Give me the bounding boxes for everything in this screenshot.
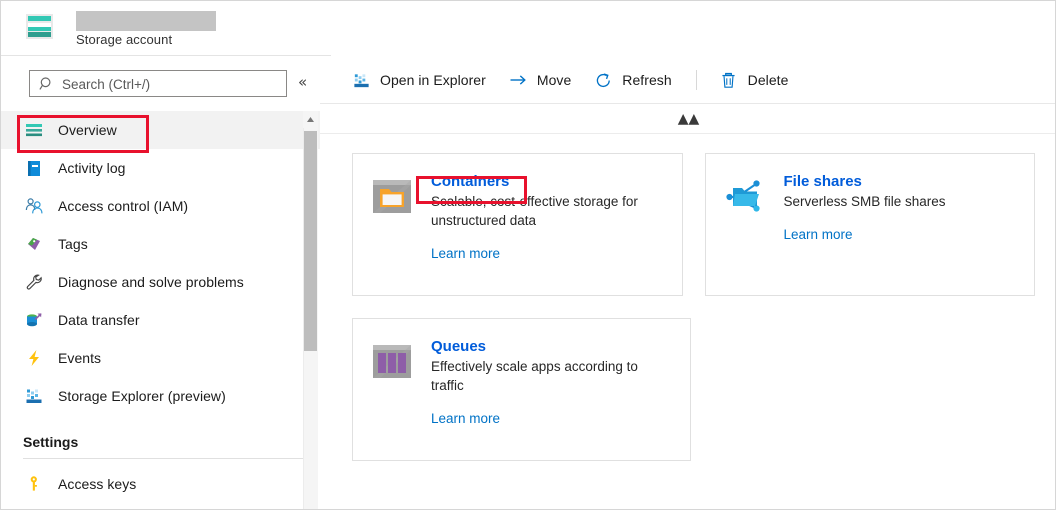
chevron-double-up-icon: ▲▲ xyxy=(678,112,700,126)
card-body: Queues Effectively scale apps according … xyxy=(431,337,674,444)
sidebar-item-label: Access control (IAM) xyxy=(58,198,188,214)
access-control-icon xyxy=(23,195,45,217)
card-body: File shares Serverless SMB file shares L… xyxy=(784,172,1019,279)
overview-icon xyxy=(23,119,45,141)
toolbar-separator xyxy=(696,70,697,90)
azure-portal-storage-account-overview: Storage account Search (Ctrl+/) « xyxy=(0,0,1056,510)
learn-more-link[interactable]: Learn more xyxy=(431,246,500,261)
scrollbar-up-arrow-icon[interactable] xyxy=(303,111,318,128)
card-title-link[interactable]: File shares xyxy=(784,172,862,191)
storage-explorer-icon xyxy=(23,385,45,407)
activity-log-icon xyxy=(23,157,45,179)
sidebar-item-tags[interactable]: Tags xyxy=(1,225,330,263)
tags-icon xyxy=(23,233,45,255)
wrench-icon xyxy=(23,271,45,293)
sidebar-item-diagnose[interactable]: Diagnose and solve problems xyxy=(1,263,330,301)
card-row-2: Queues Effectively scale apps according … xyxy=(352,318,1056,483)
refresh-icon xyxy=(593,70,613,90)
search-input[interactable]: Search (Ctrl+/) xyxy=(29,70,287,97)
sidebar-item-label: Data transfer xyxy=(58,312,140,328)
sidebar-item-data-transfer[interactable]: Data transfer xyxy=(1,301,330,339)
card-file-shares[interactable]: File shares Serverless SMB file shares L… xyxy=(705,153,1036,296)
command-toolbar: Open in Explorer Move Refresh xyxy=(320,57,1056,104)
collapse-essentials-button[interactable]: ▲▲ xyxy=(320,104,1056,134)
storage-account-icon xyxy=(23,10,56,43)
sidebar-search-row: Search (Ctrl+/) « xyxy=(1,57,331,111)
sidebar-item-label: Activity log xyxy=(58,160,126,176)
storage-explorer-icon xyxy=(351,70,371,90)
sidebar-item-label: Diagnose and solve problems xyxy=(58,274,244,290)
sidebar-item-events[interactable]: Events xyxy=(1,339,330,377)
sidebar-item-storage-explorer[interactable]: Storage Explorer (preview) xyxy=(1,377,330,415)
move-button[interactable]: Move xyxy=(508,65,571,95)
card-row-1: Containers Scalable, cost-effective stor… xyxy=(352,153,1056,318)
toolbar-button-label: Refresh xyxy=(622,72,671,88)
data-transfer-icon xyxy=(23,309,45,331)
queues-icon xyxy=(369,340,415,386)
sidebar-item-label: Events xyxy=(58,350,101,366)
card-containers[interactable]: Containers Scalable, cost-effective stor… xyxy=(352,153,683,296)
sidebar-item-label: Storage Explorer (preview) xyxy=(58,388,226,404)
sidebar-item-activity-log[interactable]: Activity log xyxy=(1,149,330,187)
search-placeholder: Search (Ctrl+/) xyxy=(62,76,150,93)
delete-button[interactable]: Delete xyxy=(719,65,789,95)
card-queues[interactable]: Queues Effectively scale apps according … xyxy=(352,318,691,461)
chevron-double-left-icon[interactable]: « xyxy=(298,75,307,90)
trash-icon xyxy=(719,70,739,90)
card-description: Effectively scale apps according to traf… xyxy=(431,357,674,395)
toolbar-button-label: Open in Explorer xyxy=(380,72,486,88)
account-name-redacted xyxy=(76,11,216,31)
containers-icon xyxy=(369,175,415,221)
card-title-link[interactable]: Queues xyxy=(431,337,486,356)
sidebar-item-label: Access keys xyxy=(58,476,136,492)
events-icon xyxy=(23,347,45,369)
toolbar-button-label: Delete xyxy=(748,72,789,88)
key-icon xyxy=(23,473,45,495)
file-shares-icon xyxy=(722,175,768,221)
sidebar-section-label: Settings xyxy=(23,434,78,450)
overview-content: ▲▲ Containers xyxy=(320,104,1056,510)
card-body: Containers Scalable, cost-effective stor… xyxy=(431,172,666,279)
learn-more-link[interactable]: Learn more xyxy=(784,227,853,242)
card-description: Serverless SMB file shares xyxy=(784,192,1019,211)
sidebar-item-overview[interactable]: Overview xyxy=(1,111,330,149)
sidebar-item-access-control[interactable]: Access control (IAM) xyxy=(1,187,330,225)
sidebar-section-settings: Settings xyxy=(1,415,330,455)
sidebar-nav: Overview Activity log Acc xyxy=(1,111,331,510)
resource-type-label: Storage account xyxy=(76,32,172,47)
arrow-right-icon xyxy=(508,70,528,90)
search-icon xyxy=(39,76,55,92)
sidebar-divider xyxy=(23,458,308,459)
open-in-explorer-button[interactable]: Open in Explorer xyxy=(351,65,486,95)
card-title-link[interactable]: Containers xyxy=(431,172,509,191)
sidebar-item-label: Overview xyxy=(58,122,117,138)
card-description: Scalable, cost-effective storage for uns… xyxy=(431,192,666,230)
service-cards: Containers Scalable, cost-effective stor… xyxy=(352,153,1056,483)
toolbar-button-label: Move xyxy=(537,72,571,88)
sidebar-item-label: Tags xyxy=(58,236,88,252)
refresh-button[interactable]: Refresh xyxy=(593,65,671,95)
sidebar-scrollbar-thumb[interactable] xyxy=(304,131,317,351)
learn-more-link[interactable]: Learn more xyxy=(431,411,500,426)
sidebar-item-access-keys[interactable]: Access keys xyxy=(1,465,330,503)
resource-header: Storage account xyxy=(1,1,331,56)
